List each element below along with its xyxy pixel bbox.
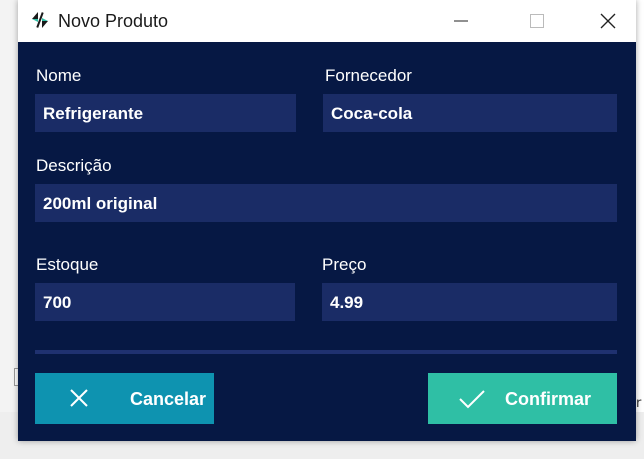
nome-value: Refrigerante [43, 104, 144, 123]
close-window-button[interactable] [585, 0, 631, 42]
close-icon [600, 13, 616, 29]
nome-label: Nome [36, 66, 82, 85]
x-icon [69, 388, 89, 413]
fornecedor-label: Fornecedor [325, 66, 412, 85]
estoque-label: Estoque [36, 255, 99, 274]
cancel-button[interactable]: Cancelar [35, 373, 214, 424]
descricao-label: Descrição [36, 156, 112, 175]
estoque-input[interactable]: 700 [35, 283, 295, 321]
title-bar[interactable]: Novo Produto [18, 0, 636, 42]
descricao-input[interactable]: 200ml original [35, 184, 617, 222]
minimize-button[interactable] [438, 0, 484, 42]
maximize-button[interactable] [514, 0, 560, 42]
checkmark-icon [458, 388, 486, 415]
fornecedor-value: Coca-cola [331, 104, 413, 123]
estoque-value: 700 [43, 293, 72, 312]
minimize-icon [454, 20, 468, 22]
descricao-value: 200ml original [43, 194, 158, 213]
nome-input[interactable]: Refrigerante [35, 94, 296, 132]
background-text: r [636, 396, 642, 411]
divider [35, 350, 617, 354]
novo-produto-dialog: Novo Produto Nome Refrigerante Fornecedo… [18, 0, 636, 441]
preco-label: Preço [322, 255, 367, 274]
confirm-button[interactable]: Confirmar [428, 373, 617, 424]
swap-arrows-icon [29, 10, 51, 30]
fornecedor-input[interactable]: Coca-cola [323, 94, 617, 132]
preco-input[interactable]: 4.99 [322, 283, 617, 321]
cancel-label: Cancelar [130, 389, 207, 409]
confirm-label: Confirmar [505, 389, 592, 409]
preco-value: 4.99 [330, 293, 364, 312]
window-title: Novo Produto [58, 11, 169, 31]
maximize-icon [530, 14, 544, 28]
